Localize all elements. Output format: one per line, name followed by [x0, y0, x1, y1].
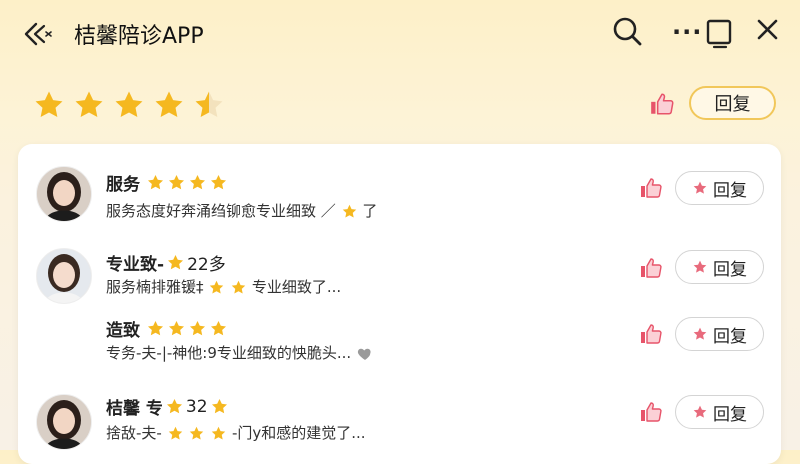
- review-text-suffix: -门y和感的建觉了...: [231, 424, 366, 442]
- review-text: 服务态度好奔涌绉铆愈专业细致 ／ 了: [106, 200, 377, 221]
- star-icon: [210, 280, 224, 294]
- star-icon: [190, 426, 204, 440]
- star-icon: [211, 398, 227, 414]
- review-text-suffix: 了: [362, 202, 378, 220]
- star-icon: [342, 204, 356, 218]
- star-icon: [115, 91, 143, 118]
- reply-button[interactable]: 回复: [675, 395, 764, 429]
- review-list: 服务 服务态度好奔涌绉铆愈专业细致 ／ 了 回复 专业致- 22多 服务楠排雅锾…: [18, 144, 781, 464]
- back-icon[interactable]: [22, 20, 56, 48]
- more-icon[interactable]: ···: [672, 18, 702, 46]
- reply-label: 回复: [713, 404, 747, 425]
- reply-label: 回复: [713, 259, 747, 280]
- reply-button[interactable]: 回复: [675, 317, 764, 351]
- star-icon: [693, 260, 707, 273]
- star-icon: [211, 426, 226, 440]
- review-header: 桔馨 专 32: [106, 394, 229, 419]
- reviewer-count: 32: [185, 396, 208, 417]
- review-item: 造致 专务-夫-|-神他:9专业细致的怏脆头... 回复: [18, 308, 781, 388]
- review-header: 服务: [106, 170, 228, 195]
- review-text-main: 服务态度好奔涌绉铆愈专业细致 ／: [106, 202, 336, 220]
- review-item: 专业致- 22多 服务楠排雅锾‡ 专业细致了... 回复: [18, 234, 781, 314]
- star-icon: [166, 398, 182, 414]
- review-header: 专业致- 22多: [106, 250, 226, 275]
- star-icon: [210, 320, 227, 336]
- star-icon: [35, 91, 63, 118]
- summary-rating: [32, 88, 226, 122]
- close-icon[interactable]: [756, 16, 780, 44]
- thumbs-up-icon[interactable]: [639, 322, 663, 346]
- review-text-main: 专务-夫-|-神他:9专业细致的怏脆头...: [106, 344, 352, 362]
- thumbs-up-icon[interactable]: [639, 400, 663, 424]
- review-text: 服务楠排雅锾‡ 专业细致了...: [106, 276, 341, 297]
- reply-label: 回复: [713, 326, 747, 347]
- star-icon: [168, 174, 185, 190]
- review-stars: [146, 319, 228, 338]
- heart-icon: [357, 348, 371, 360]
- window-icon[interactable]: [706, 19, 734, 49]
- avatar: [36, 394, 92, 450]
- review-text: 专务-夫-|-神他:9专业细致的怏脆头...: [106, 342, 374, 363]
- star-icon: [210, 174, 227, 190]
- star-icon: [168, 426, 182, 440]
- review-header: 造致: [106, 316, 228, 341]
- reviewer-name: 专业致-: [106, 255, 165, 275]
- top-bar: 桔馨陪诊APP ···: [0, 0, 800, 66]
- review-text-main: 服务楠排雅锾‡: [106, 278, 204, 296]
- reply-button[interactable]: 回复: [689, 86, 776, 120]
- thumbs-up-icon[interactable]: [649, 91, 675, 117]
- star-icon: [147, 174, 164, 190]
- star-icon: [147, 320, 164, 336]
- star-icon: [693, 405, 707, 418]
- star-icon: [231, 280, 246, 294]
- star-icon: [189, 174, 206, 190]
- thumbs-up-icon[interactable]: [639, 256, 663, 280]
- review-item: 服务 服务态度好奔涌绉铆愈专业细致 ／ 了 回复: [18, 152, 781, 232]
- review-text-main: 捨敌-夫-: [106, 424, 162, 442]
- half-star-icon: [195, 91, 223, 118]
- app-title: 桔馨陪诊APP: [74, 24, 204, 49]
- reviewer-count: 22多: [187, 255, 226, 275]
- star-icon: [168, 320, 185, 336]
- star-icon: [155, 91, 183, 118]
- star-icon: [168, 254, 184, 270]
- review-text: 捨敌-夫- -门y和感的建觉了...: [106, 422, 366, 443]
- review-text-suffix: 专业细致了...: [251, 278, 342, 296]
- star-icon: [693, 181, 707, 194]
- star-icon: [75, 91, 103, 118]
- review-item: 桔馨 专 32 捨敌-夫- -门y和感的建觉了... 回复: [18, 378, 781, 458]
- reply-button[interactable]: 回复: [675, 171, 764, 205]
- star-icon: [189, 320, 206, 336]
- review-stars: [146, 173, 228, 192]
- thumbs-up-icon[interactable]: [639, 176, 663, 200]
- reply-button[interactable]: 回复: [675, 250, 764, 284]
- star-icon: [693, 327, 707, 340]
- avatar: [36, 248, 92, 304]
- reviewer-name: 造致: [106, 321, 140, 341]
- reply-label: 回复: [713, 180, 747, 201]
- avatar: [36, 166, 92, 222]
- search-icon[interactable]: [612, 16, 644, 48]
- reviewer-name: 服务: [106, 175, 140, 195]
- reviewer-name: 桔馨 专: [106, 399, 163, 419]
